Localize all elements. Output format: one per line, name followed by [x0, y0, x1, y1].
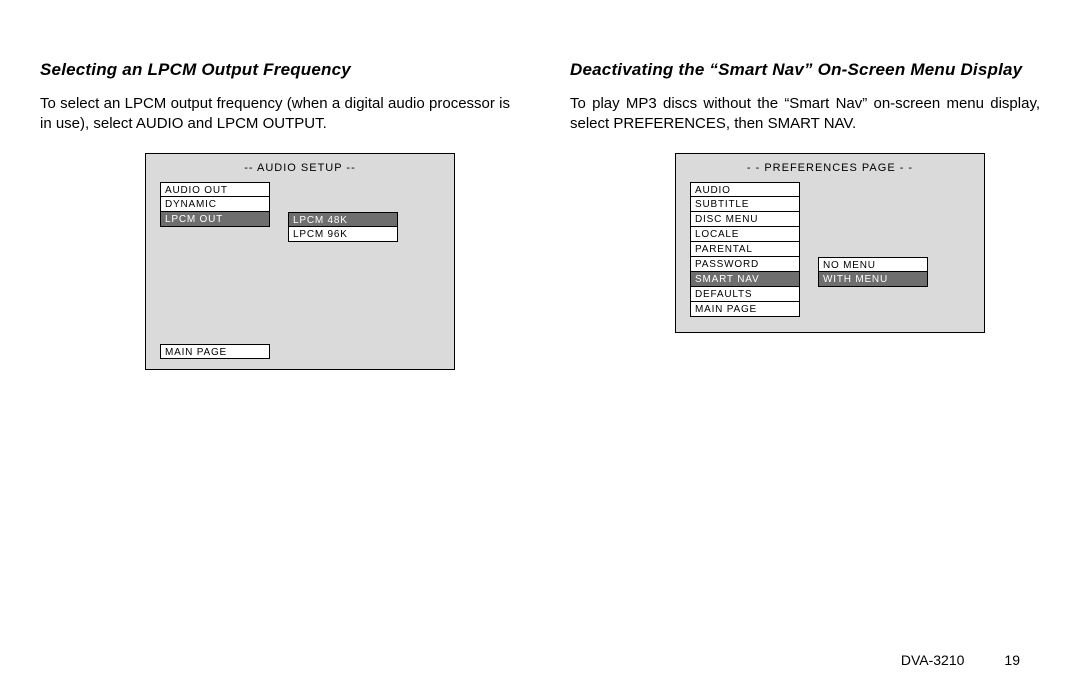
menu-item-defaults[interactable]: DEFAULTS: [690, 287, 800, 302]
page-footer: DVA-3210 19: [901, 652, 1020, 668]
submenu-lpcm48k[interactable]: LPCM 48K: [288, 212, 398, 227]
menu-item-disc-menu[interactable]: DISC MENU: [690, 212, 800, 227]
osd-title: - - PREFERENCES PAGE - -: [676, 162, 984, 174]
menu-item-locale[interactable]: LOCALE: [690, 227, 800, 242]
page-number: 19: [1004, 652, 1020, 668]
preferences-osd: - - PREFERENCES PAGE - - AUDIO SUBTITLE …: [675, 153, 985, 333]
menu-item-lpcm-out[interactable]: LPCM OUT: [160, 212, 270, 227]
osd-submenu: NO MENU WITH MENU: [818, 182, 928, 322]
osd-submenu: LPCM 48K LPCM 96K: [288, 182, 398, 322]
menu-item-password[interactable]: PASSWORD: [690, 257, 800, 272]
audio-setup-osd: -- AUDIO SETUP -- AUDIO OUT DYNAMIC LPCM…: [145, 153, 455, 370]
right-heading: Deactivating the “Smart Nav” On-Screen M…: [570, 60, 1040, 80]
submenu-lpcm96k[interactable]: LPCM 96K: [288, 227, 398, 242]
left-paragraph: To select an LPCM output frequency (when…: [40, 94, 510, 135]
left-heading: Selecting an LPCM Output Frequency: [40, 60, 510, 80]
menu-item-main-page[interactable]: MAIN PAGE: [690, 302, 800, 317]
model-number: DVA-3210: [901, 652, 965, 668]
submenu-no-menu[interactable]: NO MENU: [818, 257, 928, 272]
osd-title: -- AUDIO SETUP --: [146, 162, 454, 174]
right-paragraph: To play MP3 discs without the “Smart Nav…: [570, 94, 1040, 135]
submenu-with-menu[interactable]: WITH MENU: [818, 272, 928, 287]
menu-item-subtitle[interactable]: SUBTITLE: [690, 197, 800, 212]
menu-item-dynamic[interactable]: DYNAMIC: [160, 197, 270, 212]
menu-item-audio[interactable]: AUDIO: [690, 182, 800, 197]
menu-item-smart-nav[interactable]: SMART NAV: [690, 272, 800, 287]
menu-item-parental[interactable]: PARENTAL: [690, 242, 800, 257]
menu-item-audio-out[interactable]: AUDIO OUT: [160, 182, 270, 197]
osd-menu-left: AUDIO OUT DYNAMIC LPCM OUT: [160, 182, 270, 322]
menu-item-main-page[interactable]: MAIN PAGE: [160, 344, 270, 359]
osd-menu-left: AUDIO SUBTITLE DISC MENU LOCALE PARENTAL…: [690, 182, 800, 322]
